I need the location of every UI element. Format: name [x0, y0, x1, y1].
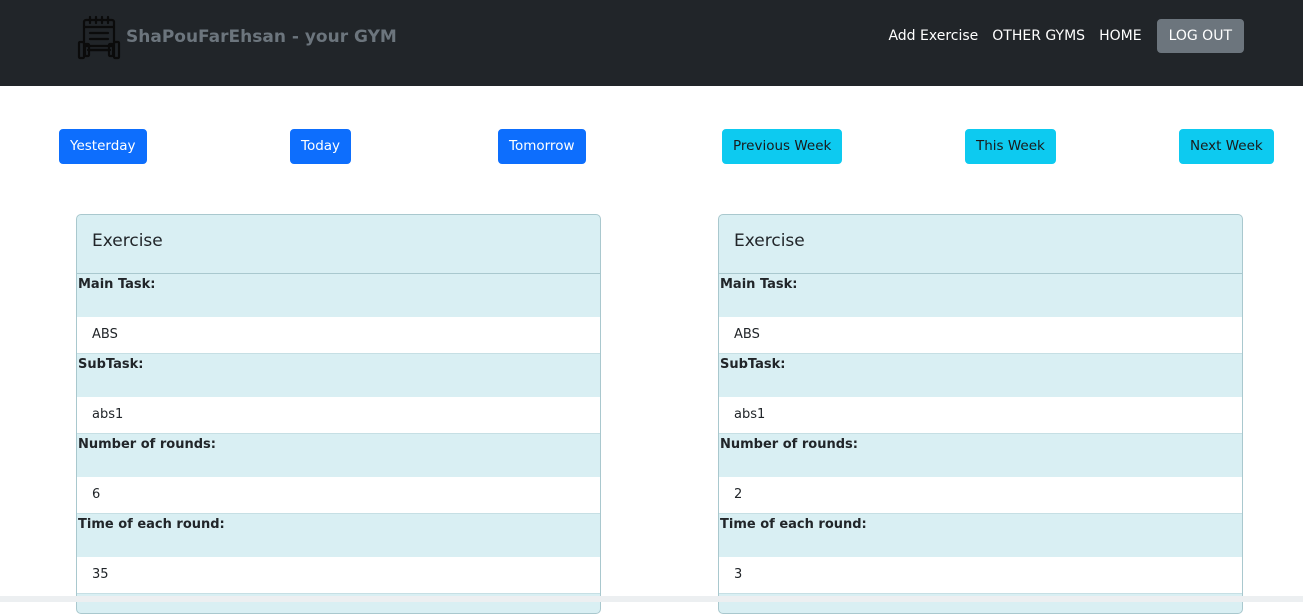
- logout-button[interactable]: LOG OUT: [1156, 19, 1244, 53]
- rounds-label: Number of rounds:: [719, 434, 1242, 477]
- nav-home-link[interactable]: HOME: [1099, 28, 1141, 44]
- rounds-value: 6: [77, 477, 600, 514]
- main-task-label: Main Task:: [719, 274, 1242, 317]
- yesterday-button[interactable]: Yesterday: [59, 129, 147, 164]
- top-navbar: ShaPouFarEhsan - your GYM Add Exercise O…: [0, 0, 1303, 86]
- gym-calendar-dumbbell-icon: [77, 15, 121, 60]
- brand[interactable]: ShaPouFarEhsan - your GYM: [76, 14, 397, 60]
- nav-add-exercise-link[interactable]: Add Exercise: [888, 28, 978, 44]
- round-time-value: 35: [77, 557, 600, 594]
- main-task-value: ABS: [77, 317, 600, 354]
- horizontal-scrollbar[interactable]: [0, 596, 1303, 602]
- round-time-label: Time of each round:: [719, 514, 1242, 557]
- card-header: Exercise: [77, 215, 600, 274]
- round-time-label: Time of each round:: [77, 514, 600, 557]
- subtask-value: abs1: [77, 397, 600, 434]
- brand-title: ShaPouFarEhsan - your GYM: [126, 27, 397, 47]
- today-button[interactable]: Today: [290, 129, 352, 164]
- exercise-card: Exercise Main Task: ABS SubTask: abs1 Nu…: [718, 214, 1243, 614]
- subtask-label: SubTask:: [719, 354, 1242, 397]
- main-task-label: Main Task:: [77, 274, 600, 317]
- round-time-value: 3: [719, 557, 1242, 594]
- this-week-button[interactable]: This Week: [965, 129, 1056, 164]
- subtask-label: SubTask:: [77, 354, 600, 397]
- card-header: Exercise: [719, 215, 1242, 274]
- next-week-button[interactable]: Next Week: [1179, 129, 1274, 164]
- rounds-label: Number of rounds:: [77, 434, 600, 477]
- previous-week-button[interactable]: Previous Week: [722, 129, 843, 164]
- rounds-value: 2: [719, 477, 1242, 514]
- nav-links: Add Exercise OTHER GYMS HOME LOG OUT: [888, 19, 1244, 53]
- nav-other-gyms-link[interactable]: OTHER GYMS: [992, 28, 1085, 44]
- exercise-card: Exercise Main Task: ABS SubTask: abs1 Nu…: [76, 214, 601, 614]
- tomorrow-button[interactable]: Tomorrow: [498, 129, 586, 164]
- subtask-value: abs1: [719, 397, 1242, 434]
- main-task-value: ABS: [719, 317, 1242, 354]
